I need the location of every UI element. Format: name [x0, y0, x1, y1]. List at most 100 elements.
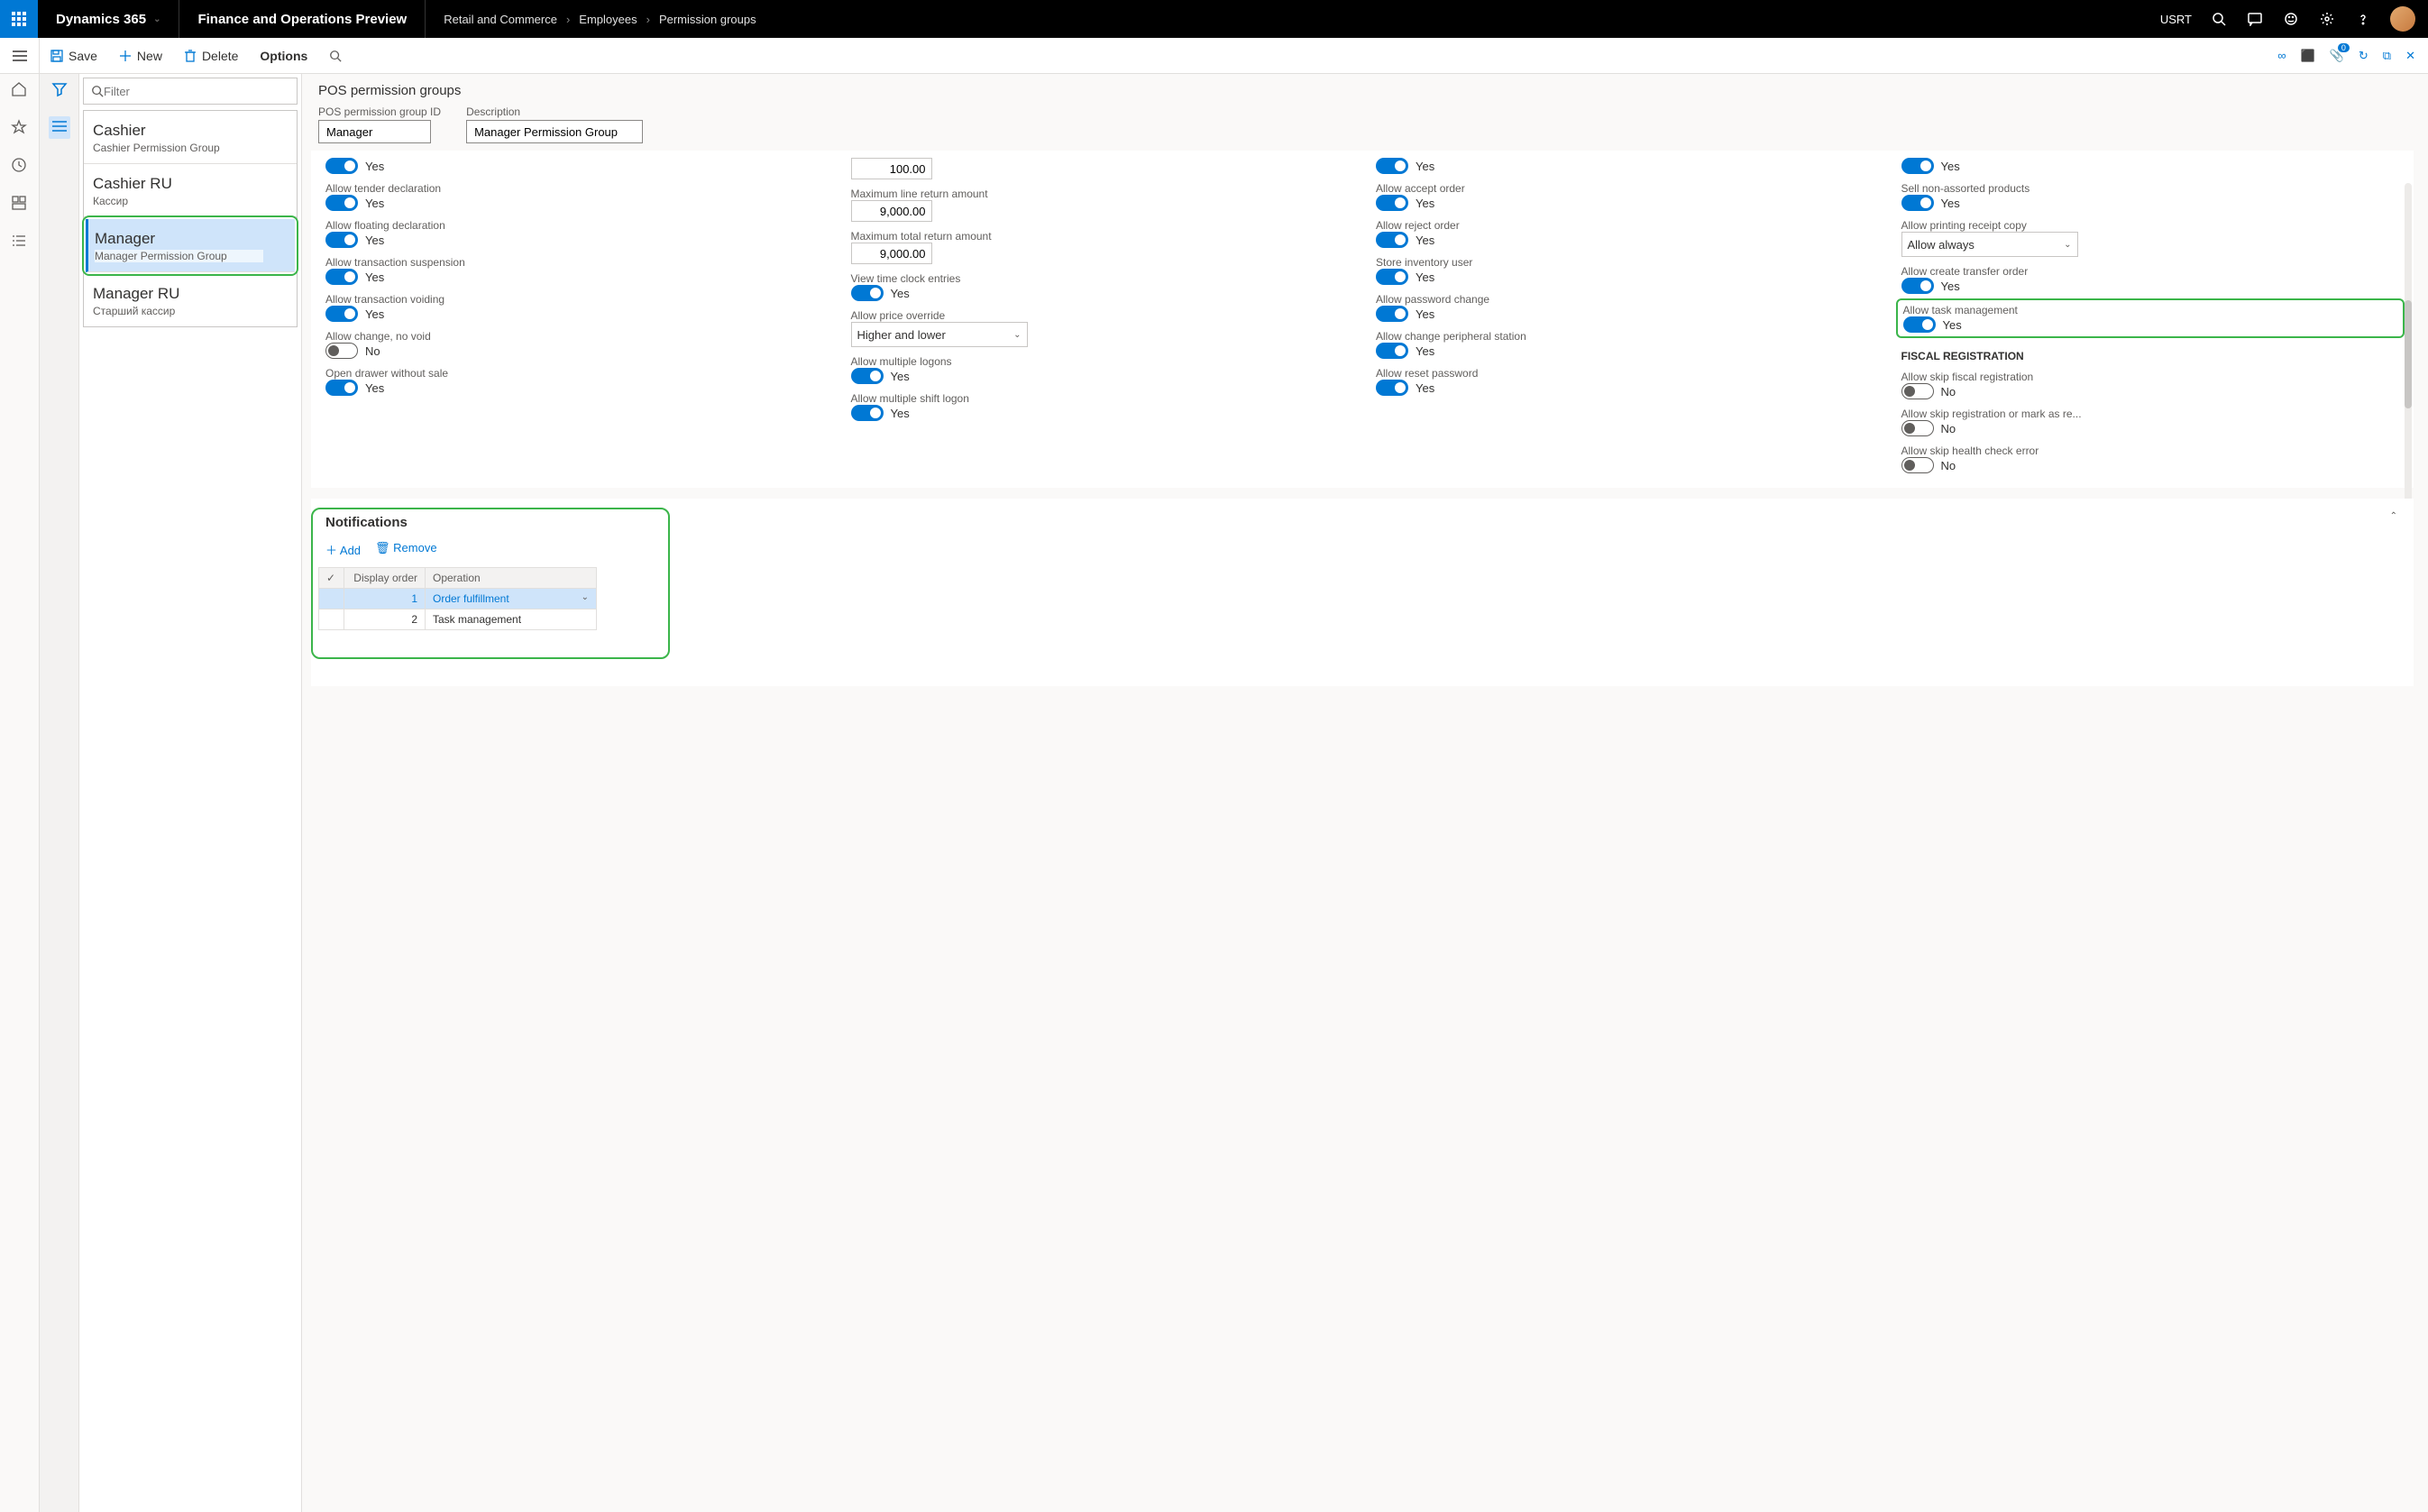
toggle[interactable]: [1901, 278, 1934, 294]
gear-icon[interactable]: [2318, 10, 2336, 28]
col-check[interactable]: ✓: [319, 568, 344, 589]
chat-icon[interactable]: [2246, 10, 2264, 28]
field-label: Store inventory user: [1376, 256, 1874, 269]
toggle[interactable]: [1901, 457, 1934, 473]
refresh-icon[interactable]: ↻: [2359, 49, 2368, 63]
clock-icon[interactable]: [11, 157, 29, 175]
field-label: Allow accept order: [1376, 182, 1874, 195]
toggle[interactable]: [851, 285, 884, 301]
toggle[interactable]: [1901, 158, 1934, 174]
col-display-order[interactable]: Display order: [344, 568, 426, 589]
cmd-right-icons: ∞ ⬛ 📎0 ↻ ⧉ ✕: [2277, 49, 2428, 63]
toggle[interactable]: [325, 232, 358, 248]
options-button[interactable]: Options: [249, 38, 318, 74]
field-label: Allow task management: [1903, 304, 2398, 316]
toggle[interactable]: [325, 306, 358, 322]
toggle[interactable]: [1376, 195, 1408, 211]
toggle[interactable]: [851, 368, 884, 384]
user-avatar[interactable]: [2390, 6, 2415, 32]
notifications-table: ✓ Display order Operation 1 Order fulfil…: [318, 567, 597, 630]
toggle[interactable]: [1901, 420, 1934, 436]
toggle[interactable]: [325, 269, 358, 285]
chevron-down-icon[interactable]: ⌄: [582, 592, 589, 602]
toggle[interactable]: [325, 380, 358, 396]
number-input[interactable]: [851, 200, 932, 222]
toggle-value: Yes: [1416, 270, 1434, 284]
office-icon[interactable]: ⬛: [2301, 49, 2315, 63]
list-item[interactable]: Manager RU Старший кассир: [84, 274, 297, 327]
list-icon[interactable]: [49, 116, 70, 139]
toggle-value: Yes: [365, 381, 384, 395]
cmd-search-icon[interactable]: [318, 38, 353, 74]
org-label[interactable]: USRT: [2160, 13, 2192, 26]
crumb-0[interactable]: Retail and Commerce: [444, 13, 557, 26]
remove-button[interactable]: 🗑 Remove: [375, 541, 437, 558]
id-input[interactable]: [318, 120, 431, 143]
modules-icon[interactable]: [11, 233, 29, 251]
close-icon[interactable]: ✕: [2405, 49, 2415, 63]
toggle-value: Yes: [365, 270, 384, 284]
help-icon[interactable]: [2354, 10, 2372, 28]
filter-input-wrap[interactable]: [83, 78, 298, 105]
star-icon[interactable]: [11, 119, 29, 137]
list-item-selected[interactable]: Manager Manager Permission Group: [86, 219, 295, 272]
cell-op: Task management: [426, 609, 597, 630]
new-button[interactable]: New: [108, 38, 173, 74]
toggle[interactable]: [1376, 343, 1408, 359]
toggle[interactable]: [1901, 383, 1934, 399]
desc-input[interactable]: [466, 120, 643, 143]
home-icon[interactable]: [11, 81, 29, 99]
toggle[interactable]: [1376, 158, 1408, 174]
toggle[interactable]: [1901, 195, 1934, 211]
toggle[interactable]: [1376, 380, 1408, 396]
app-name[interactable]: Dynamics 365 ⌄: [38, 0, 179, 38]
chevron-up-icon[interactable]: ⌃: [2390, 511, 2397, 521]
col-operation[interactable]: Operation: [426, 568, 597, 589]
toggle[interactable]: [1376, 269, 1408, 285]
workspace-icon[interactable]: [11, 195, 29, 213]
toggle[interactable]: [1903, 316, 1936, 333]
smile-icon[interactable]: [2282, 10, 2300, 28]
hamburger-icon[interactable]: [0, 38, 40, 74]
field-label: Allow transaction suspension: [325, 256, 824, 269]
cell-order: 2: [344, 609, 426, 630]
field-label: View time clock entries: [851, 272, 1350, 285]
toggle[interactable]: [325, 158, 358, 174]
crumb-1[interactable]: Employees: [579, 13, 637, 26]
table-row[interactable]: 1 Order fulfillment ⌄: [319, 589, 597, 609]
select-input[interactable]: Higher and lower⌄: [851, 322, 1028, 347]
delete-button[interactable]: Delete: [173, 38, 249, 74]
field-label: Allow multiple logons: [851, 355, 1350, 368]
filter-input[interactable]: [104, 85, 289, 98]
toggle[interactable]: [1376, 232, 1408, 248]
number-input[interactable]: [851, 158, 932, 179]
scroll-thumb[interactable]: [2405, 300, 2412, 408]
link-icon[interactable]: ∞: [2277, 49, 2286, 62]
page-title: POS permission groups: [311, 83, 2428, 105]
add-button[interactable]: ＋ Add: [325, 541, 361, 558]
attach-icon[interactable]: 📎0: [2330, 49, 2344, 63]
table-row[interactable]: 2 Task management: [319, 609, 597, 630]
popout-icon[interactable]: ⧉: [2383, 49, 2391, 63]
field-label: Allow printing receipt copy: [1901, 219, 2400, 232]
notifications-card: Notifications ＋ Add 🗑 Remove ✓ Display o…: [311, 499, 2414, 686]
waffle-icon[interactable]: [0, 0, 38, 38]
list-item[interactable]: Cashier RU Кассир: [84, 164, 297, 217]
toggle-value: Yes: [1416, 197, 1434, 210]
list-item[interactable]: Cashier Cashier Permission Group: [84, 111, 297, 164]
search-icon[interactable]: [2210, 10, 2228, 28]
toggle[interactable]: [325, 195, 358, 211]
number-input[interactable]: [851, 243, 932, 264]
toggle[interactable]: [1376, 306, 1408, 322]
save-button[interactable]: Save: [40, 38, 108, 74]
toggle-value: Yes: [1941, 197, 1960, 210]
toggle[interactable]: [851, 405, 884, 421]
field-label: Allow reject order: [1376, 219, 1874, 232]
select-input[interactable]: Allow always⌄: [1901, 232, 2078, 257]
toggle-value: No: [1941, 422, 1956, 435]
chevron-down-icon: ⌄: [1013, 330, 1021, 340]
toggle[interactable]: [325, 343, 358, 359]
crumb-2[interactable]: Permission groups: [659, 13, 756, 26]
field-label: Allow skip registration or mark as re...: [1901, 408, 2400, 420]
funnel-icon[interactable]: [51, 81, 68, 100]
